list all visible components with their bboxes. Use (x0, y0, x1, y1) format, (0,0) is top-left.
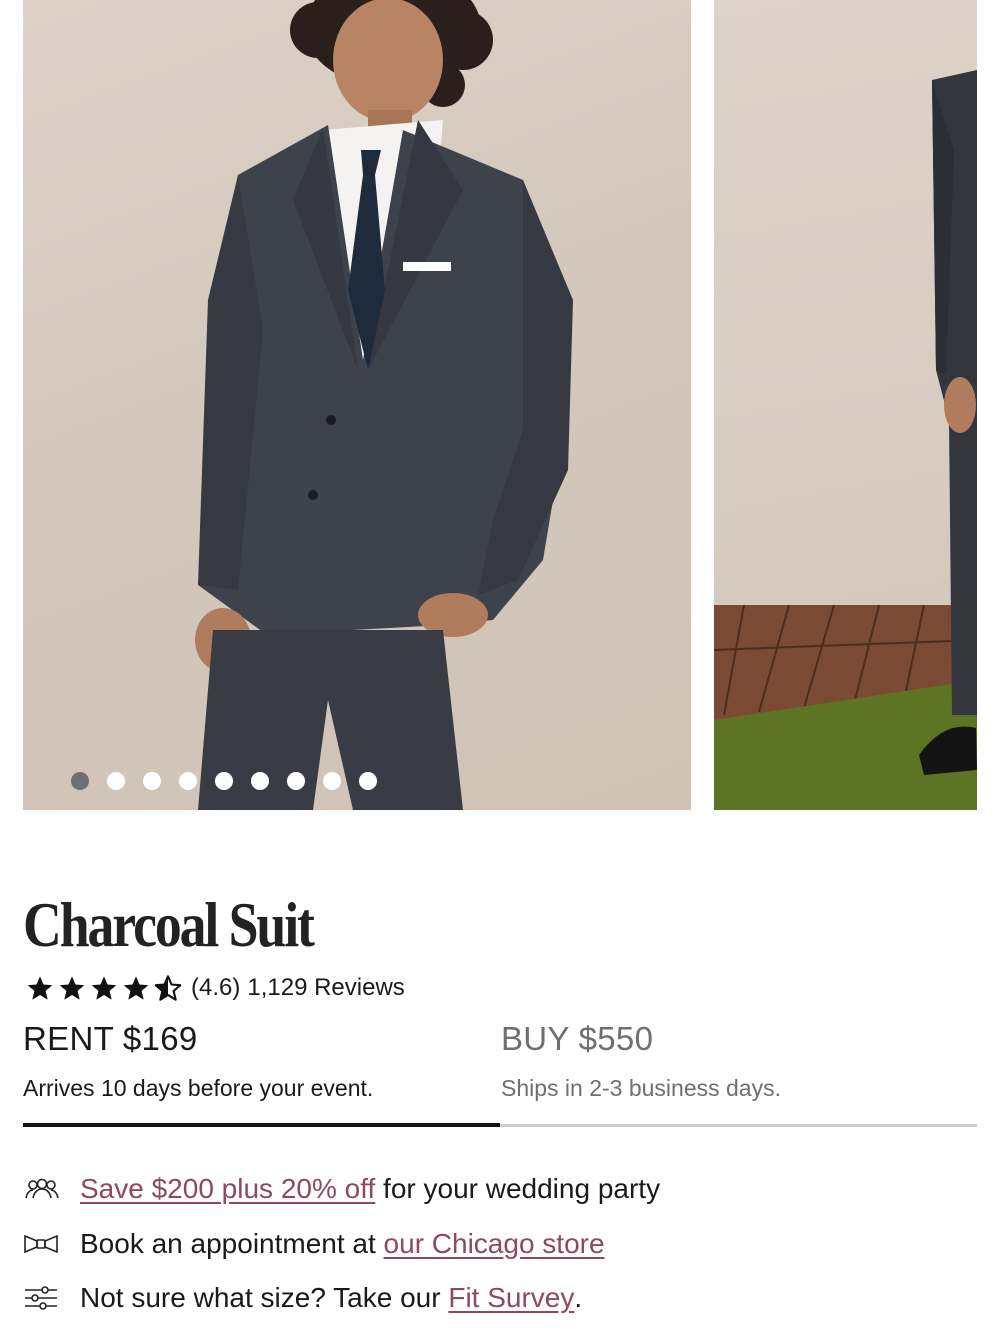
sliders-icon (23, 1284, 63, 1312)
buy-option-tab[interactable]: BUY $550 Ships in 2-3 business days. (501, 1020, 781, 1102)
fit-survey-link[interactable]: Fit Survey (448, 1282, 574, 1314)
star-full-icon (123, 976, 149, 1000)
fit-survey-text: Not sure what size? Take our (80, 1282, 449, 1313)
star-full-icon (59, 976, 85, 1000)
rent-option-tab[interactable]: RENT $169 Arrives 10 days before your ev… (23, 1020, 373, 1102)
rent-delivery-note: Arrives 10 days before your event. (23, 1075, 374, 1101)
group-people-icon (23, 1175, 63, 1203)
wedding-party-discount-link[interactable]: Save $200 plus 20% off (80, 1173, 375, 1205)
buy-tab-indicator (500, 1124, 977, 1127)
review-count-link[interactable]: 1,129 Reviews (247, 974, 404, 1002)
product-image-gallery[interactable] (0, 0, 1000, 810)
gallery-dot-4[interactable] (179, 772, 197, 790)
buy-price: BUY $550 (501, 1020, 654, 1057)
rating-score: (4.6) (191, 974, 241, 1001)
gallery-dot-7[interactable] (287, 772, 305, 790)
appointment-text: Book an appointment at (80, 1228, 384, 1259)
wedding-party-text: for your wedding party (375, 1173, 661, 1204)
product-rating[interactable]: (4.6) 1,129 Reviews (25, 974, 405, 1002)
product-photo-main[interactable] (23, 0, 691, 810)
star-full-icon (91, 976, 117, 1000)
chicago-store-link[interactable]: our Chicago store (384, 1228, 605, 1260)
gallery-dot-8[interactable] (323, 772, 341, 790)
star-half-icon (154, 975, 182, 1001)
gallery-dot-9[interactable] (359, 772, 377, 790)
rent-tab-indicator (23, 1123, 500, 1127)
gallery-dot-6[interactable] (251, 772, 269, 790)
bow-tie-icon (23, 1230, 63, 1258)
wedding-party-perk: Save $200 plus 20% off for your wedding … (23, 1173, 660, 1205)
gallery-pagination-dots (71, 772, 377, 790)
star-full-icon (27, 976, 53, 1000)
suit-model-fullbody-illustration (714, 70, 977, 810)
fit-survey-perk: Not sure what size? Take our Fit Survey … (23, 1282, 582, 1314)
rating-stars (25, 974, 183, 1002)
gallery-dot-5[interactable] (215, 772, 233, 790)
gallery-dot-1[interactable] (71, 772, 89, 790)
suit-model-illustration (195, 0, 573, 810)
fit-survey-period: . (574, 1282, 583, 1313)
gallery-dot-3[interactable] (143, 772, 161, 790)
gallery-dot-2[interactable] (107, 772, 125, 790)
rent-price: RENT $169 (23, 1020, 198, 1057)
product-title: Charcoal Suit (23, 889, 315, 960)
appointment-perk: Book an appointment at our Chicago store (23, 1228, 605, 1260)
product-photo-second[interactable] (714, 0, 977, 810)
buy-shipping-note: Ships in 2-3 business days. (501, 1075, 781, 1101)
